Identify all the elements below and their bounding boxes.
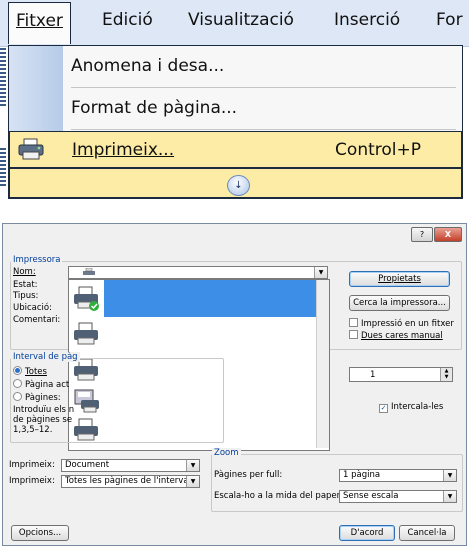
list-scrollbar[interactable] [316, 280, 329, 448]
chevron-down-icon[interactable]: ▼ [314, 267, 327, 278]
menu-item-print[interactable]: Imprimeix... Control+P [9, 131, 462, 168]
checkbox[interactable] [349, 330, 358, 339]
spinner-arrows-icon[interactable]: ▲ ▼ [440, 368, 452, 381]
copies-spinner[interactable]: 1 ▲ ▼ [349, 367, 453, 382]
print-select[interactable]: Totes les pàgines de l'interval ▼ [61, 475, 200, 488]
close-button[interactable]: X [434, 227, 462, 242]
menu-bar: Fitxer Edició Visualització Inserció For [0, 0, 469, 47]
menu-format[interactable]: For [436, 10, 463, 30]
help-button[interactable]: ? [411, 227, 433, 242]
file-dropdown: Anomena i desa... Format de pàgina... Im… [8, 45, 463, 199]
file-menu-screenshot: Fitxer Edició Visualització Inserció For… [0, 0, 469, 200]
printer-icon[interactable] [73, 322, 101, 348]
chevron-down-icon[interactable]: ▼ [443, 470, 456, 481]
status-label: Estat: [13, 280, 38, 290]
printer-group-title: Impressora [11, 255, 63, 265]
range-hint-line-1: Introduïu els n [13, 405, 75, 415]
name-label: Nom: [13, 267, 36, 277]
checkbox[interactable] [349, 318, 358, 327]
range-current-radio[interactable]: Pàgina act [13, 379, 69, 390]
manual-duplex-checkbox[interactable]: Dues cares manual [349, 330, 443, 341]
chevron-down-icon[interactable]: ▼ [186, 476, 199, 487]
menu-item-save-as[interactable]: Anomena i desa... [9, 48, 462, 85]
range-pages-radio[interactable]: Pàgines: [13, 392, 61, 403]
pages-per-sheet-select[interactable]: 1 pàgina ▼ [339, 469, 457, 482]
range-hint-line-2: de pàgines se [13, 415, 73, 425]
pages-per-sheet-label: Pàgines per full: [214, 470, 283, 480]
location-label: Ubicació: [13, 303, 52, 313]
menu-edit[interactable]: Edició [102, 10, 153, 30]
scale-label: Escala-ho a la mida del paper: [214, 491, 343, 501]
chevron-down-icon[interactable]: ↓ [227, 175, 250, 196]
menu-separator [71, 129, 456, 130]
ok-button[interactable]: D'acord [339, 525, 395, 541]
printer-list-selected-row[interactable] [104, 280, 316, 317]
printer-name-select[interactable]: ▼ [68, 266, 328, 279]
menu-item-page-setup[interactable]: Format de pàgina... [9, 90, 462, 127]
default-printer-icon[interactable] [73, 286, 101, 312]
options-button[interactable]: Opcions... [11, 525, 69, 541]
comment-label: Comentari: [13, 315, 61, 325]
type-label: Tipus: [13, 291, 39, 301]
radio-button[interactable] [13, 379, 22, 388]
scale-select[interactable]: Sense escala ▼ [339, 490, 457, 503]
print-what-select[interactable]: Document ▼ [61, 459, 200, 472]
menu-insert[interactable]: Inserció [334, 10, 400, 30]
radio-button[interactable] [13, 366, 22, 375]
copies-value: 1 [370, 370, 376, 380]
menu-expand-row[interactable]: ↓ [9, 168, 462, 198]
print-what-label: Imprimeix: [9, 460, 55, 470]
collate-checkbox[interactable]: ✓ Intercala-les [379, 402, 443, 413]
checkbox[interactable]: ✓ [379, 404, 388, 413]
page-range-title: Interval de pàg [11, 352, 80, 362]
printer-icon [18, 138, 44, 165]
menu-file[interactable]: Fitxer [8, 2, 71, 44]
chevron-down-icon[interactable]: ▼ [443, 491, 456, 502]
chevron-down-icon[interactable]: ▼ [186, 460, 199, 471]
menu-view[interactable]: Visualització [188, 10, 294, 30]
print-label: Imprimeix: [9, 476, 55, 486]
properties-button[interactable]: Propietats [349, 271, 450, 287]
toolbar-gripper [0, 48, 6, 108]
window-controls: ? X [410, 227, 462, 242]
zoom-group [211, 454, 463, 512]
range-hint-line-3: 1,3,5–12. [13, 425, 53, 435]
toolbar-gripper [0, 148, 6, 188]
cancel-button[interactable]: Cancel·la [399, 525, 455, 541]
print-dialog: ? X Impressora Nom: Estat: Tipus: Ubicaci… [2, 223, 467, 546]
find-printer-button[interactable]: Cerca la impressora... [349, 295, 450, 311]
menu-separator [71, 87, 456, 88]
radio-button[interactable] [13, 392, 22, 401]
zoom-group-title: Zoom [212, 448, 241, 458]
range-all-radio[interactable]: Totes [13, 366, 47, 377]
print-to-file-checkbox[interactable]: Impressió en un fitxer [349, 318, 454, 329]
